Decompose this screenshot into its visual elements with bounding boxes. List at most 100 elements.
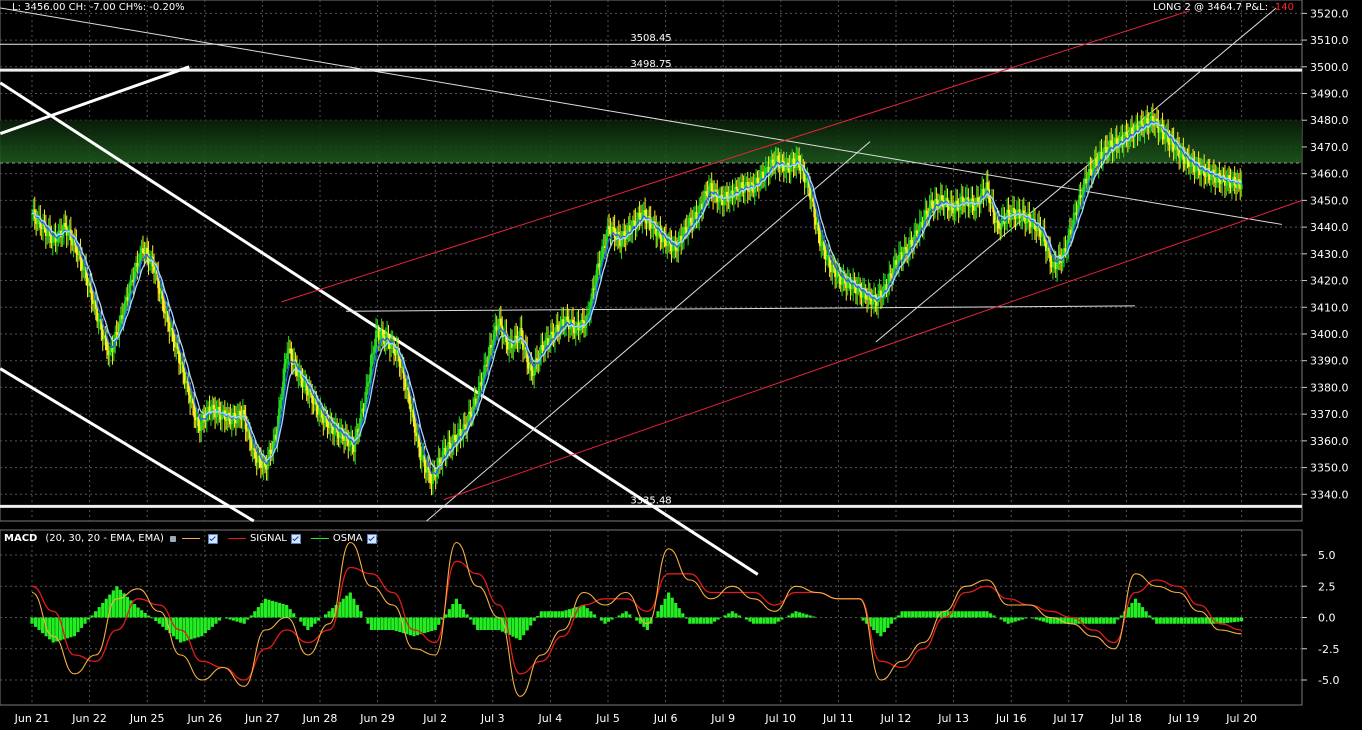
candle-body <box>530 364 533 371</box>
x-tick-label: Jul 6 <box>653 712 678 725</box>
candle-body <box>601 246 604 260</box>
candle-body <box>212 404 215 409</box>
candle-body <box>1025 218 1028 224</box>
fast-ma-line <box>31 120 1242 475</box>
candle-body <box>64 222 67 227</box>
candle-body <box>977 197 980 202</box>
x-tick-label: Jul 9 <box>710 712 735 725</box>
x-tick-label: Jun 29 <box>359 712 395 725</box>
candle-body <box>895 260 898 265</box>
x-tick-label: Jul 3 <box>480 712 505 725</box>
x-tick-label: Jul 19 <box>1168 712 1200 725</box>
candle-body <box>997 221 1000 229</box>
x-tick-label: Jun 25 <box>129 712 165 725</box>
candle-body <box>1051 262 1054 268</box>
candle-body <box>825 255 828 260</box>
candle-body <box>756 177 759 183</box>
trendline <box>443 199 1303 501</box>
candle-body <box>879 290 882 297</box>
indicator-name: MACD <box>4 533 38 544</box>
candle-body <box>784 170 787 172</box>
price-chart[interactable]: 3340.0 3350.0 3360.0 3370.0 3380.0 3390.0 3400… <box>0 0 1362 730</box>
signal-label: SIGNAL <box>249 533 287 544</box>
candle-body <box>1158 129 1161 133</box>
candle-body <box>379 339 382 341</box>
y-tick-label: 3480.0 <box>1310 114 1349 127</box>
candle-body <box>925 210 928 215</box>
signal-visibility-checkbox[interactable] <box>290 533 301 544</box>
candle-body <box>108 350 111 356</box>
macd-tick-label: -5.0 <box>1318 674 1339 687</box>
candle-body <box>623 231 626 237</box>
candle-body <box>835 276 838 278</box>
candle-body <box>1140 121 1143 124</box>
x-tick-label: Jul 12 <box>880 712 912 725</box>
y-tick-label: 3460.0 <box>1310 168 1349 181</box>
candle-body <box>318 411 321 415</box>
candle-body <box>714 189 717 192</box>
candle-body <box>656 231 659 237</box>
y-tick-label: 3370.0 <box>1310 408 1349 421</box>
candle-body <box>931 200 934 209</box>
osma-visibility-checkbox[interactable] <box>366 533 377 544</box>
candle-body <box>1094 159 1097 164</box>
y-tick-label: 3350.0 <box>1310 462 1349 475</box>
candle-body <box>1210 175 1213 181</box>
candle-body <box>695 211 698 219</box>
x-tick-label: Jul 20 <box>1225 712 1257 725</box>
candle-body <box>279 399 282 409</box>
candle-body <box>689 217 692 223</box>
candle-body <box>297 375 300 377</box>
candle-body <box>200 422 203 432</box>
candle-body <box>535 358 538 361</box>
candle-body <box>1031 220 1034 228</box>
y-tick-label: 3380.0 <box>1310 381 1349 394</box>
candle-body <box>269 449 272 453</box>
candle-body <box>51 236 54 243</box>
candle-body <box>261 467 264 469</box>
y-tick-label: 3520.0 <box>1310 7 1349 20</box>
x-tick-label: Jul 10 <box>764 712 796 725</box>
candle-body <box>792 158 795 165</box>
trendline <box>345 305 1136 312</box>
settings-icon[interactable] <box>169 535 176 542</box>
candle-body <box>910 239 913 245</box>
candle-body <box>651 227 654 229</box>
macd-tick-label: 2.5 <box>1318 580 1336 593</box>
candle-body <box>215 412 218 418</box>
candle-body <box>1240 184 1243 189</box>
candle-body <box>771 159 774 163</box>
candle-body <box>1225 182 1228 186</box>
candle-body <box>940 195 943 201</box>
candle-body <box>508 344 511 350</box>
candle-body <box>1007 209 1010 213</box>
x-tick-label: Jul 18 <box>1110 712 1142 725</box>
macd-visibility-checkbox[interactable] <box>207 533 218 544</box>
candle-body <box>280 397 283 400</box>
candle-body <box>377 330 380 340</box>
y-tick-label: 3410.0 <box>1310 301 1349 314</box>
candle-body <box>406 387 409 390</box>
candle-body <box>950 202 953 204</box>
candle-body <box>370 353 373 367</box>
candle-body <box>283 363 286 382</box>
candle-body <box>1110 140 1113 146</box>
candle-body <box>431 472 434 484</box>
candle-body <box>551 331 554 335</box>
candle-body <box>1185 156 1188 164</box>
y-tick-label: 3490.0 <box>1310 88 1349 101</box>
candle-body <box>333 430 336 435</box>
candle-body <box>1204 175 1207 177</box>
candle-body <box>1081 197 1084 199</box>
candle-body <box>230 420 233 425</box>
candle-body <box>705 191 708 194</box>
candle-body <box>1072 213 1075 227</box>
level-label: 3498.75 <box>630 59 671 70</box>
x-tick-label: Jul 17 <box>1052 712 1084 725</box>
candle-body <box>620 239 623 247</box>
candle-body <box>250 438 253 451</box>
candle-body <box>257 455 260 463</box>
candle-body <box>368 381 371 384</box>
candle-body <box>556 324 559 331</box>
candle-body <box>541 345 544 350</box>
